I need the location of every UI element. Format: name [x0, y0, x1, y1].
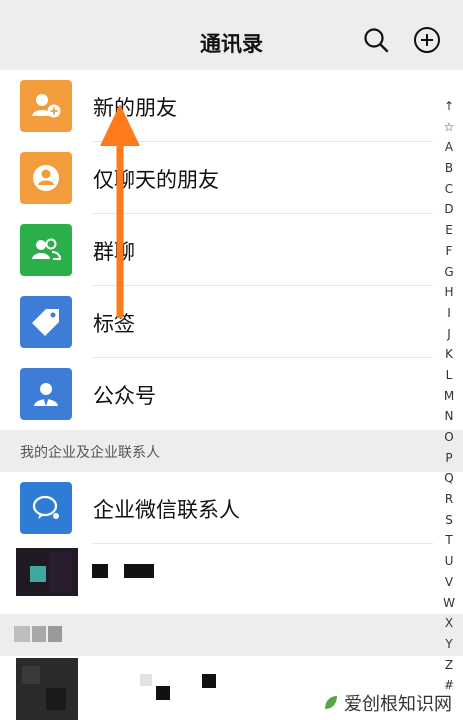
contact-item-label: 新的朋友	[93, 96, 177, 120]
redacted-name	[202, 674, 216, 688]
alphabet-index-item[interactable]: N	[440, 406, 458, 427]
section-header-label: 我的企业及企业联系人	[20, 445, 160, 461]
alphabet-index-item[interactable]: E	[440, 220, 458, 241]
contact-item-redacted[interactable]	[0, 544, 463, 614]
redacted-name	[140, 674, 152, 686]
avatar	[16, 658, 78, 720]
wecom-icon	[20, 482, 72, 534]
alphabet-index-item[interactable]: R	[440, 489, 458, 510]
alphabet-index[interactable]: ↑ ☆ A B C D E F G H I J K L M N O P Q R S T U V W X Y Z #	[440, 96, 458, 696]
alphabet-index-item[interactable]: I	[440, 303, 458, 324]
contact-item-label: 标签	[93, 312, 135, 336]
alphabet-index-item[interactable]: Y	[440, 634, 458, 655]
redacted-name	[124, 564, 154, 578]
alphabet-index-item[interactable]: P	[440, 448, 458, 469]
alphabet-index-item[interactable]: C	[440, 179, 458, 200]
alphabet-index-item[interactable]: A	[440, 137, 458, 158]
alphabet-index-item[interactable]: Q	[440, 468, 458, 489]
search-button[interactable]	[362, 26, 390, 54]
alphabet-index-item[interactable]: L	[440, 365, 458, 386]
redacted-name	[92, 564, 108, 578]
contact-item-label: 仅聊天的朋友	[93, 168, 219, 192]
alphabet-index-item[interactable]: U	[440, 551, 458, 572]
redacted-letter	[14, 626, 30, 642]
contact-item-official-accounts[interactable]: 公众号	[0, 358, 463, 430]
section-header-redacted	[0, 614, 463, 656]
contact-item-tags[interactable]: 标签	[0, 286, 463, 358]
add-friend-icon	[20, 80, 72, 132]
top-bar: 通讯录	[0, 0, 463, 80]
contact-item-label: 群聊	[93, 240, 135, 264]
alphabet-index-item[interactable]: M	[440, 386, 458, 407]
alphabet-index-item[interactable]: X	[440, 613, 458, 634]
contact-item-label: 企业微信联系人	[93, 498, 240, 522]
redacted-letter	[32, 626, 46, 642]
page-title: 通讯录	[200, 32, 263, 56]
alphabet-index-item[interactable]: V	[440, 572, 458, 593]
tag-icon	[20, 296, 72, 348]
alphabet-index-item[interactable]: D	[440, 199, 458, 220]
alphabet-index-item[interactable]: G	[440, 262, 458, 283]
avatar	[16, 548, 78, 596]
alphabet-index-item[interactable]: ☆	[440, 117, 458, 138]
section-header-enterprise: 我的企业及企业联系人	[0, 430, 463, 472]
alphabet-index-item[interactable]: J	[440, 324, 458, 345]
contact-item-chat-only-friends[interactable]: 仅聊天的朋友	[0, 142, 463, 214]
redacted-name	[156, 686, 170, 700]
leaf-logo-icon	[325, 696, 337, 709]
alphabet-index-item[interactable]: T	[440, 530, 458, 551]
alphabet-index-item[interactable]: ↑	[440, 96, 458, 117]
alphabet-index-item[interactable]: K	[440, 344, 458, 365]
group-chat-icon	[20, 224, 72, 276]
contact-item-group-chats[interactable]: 群聊	[0, 214, 463, 286]
alphabet-index-item[interactable]: B	[440, 158, 458, 179]
official-account-icon	[20, 368, 72, 420]
alphabet-index-item[interactable]: H	[440, 282, 458, 303]
add-button[interactable]	[413, 26, 441, 54]
alphabet-index-item[interactable]: S	[440, 510, 458, 531]
search-icon	[364, 28, 389, 53]
alphabet-index-item[interactable]: W	[440, 593, 458, 614]
watermark: 爱创根知识网	[322, 690, 452, 716]
redacted-letter	[48, 626, 62, 642]
alphabet-index-item[interactable]: F	[440, 241, 458, 262]
add-icon	[414, 27, 440, 53]
watermark-text: 爱创根知识网	[344, 694, 452, 715]
contact-item-label: 公众号	[93, 384, 156, 408]
chat-friend-icon	[20, 152, 72, 204]
contact-item-wecom[interactable]: 企业微信联系人	[0, 472, 463, 544]
alphabet-index-item[interactable]: Z	[440, 655, 458, 676]
alphabet-index-item[interactable]: O	[440, 427, 458, 448]
contact-item-new-friends[interactable]: 新的朋友	[0, 70, 463, 142]
